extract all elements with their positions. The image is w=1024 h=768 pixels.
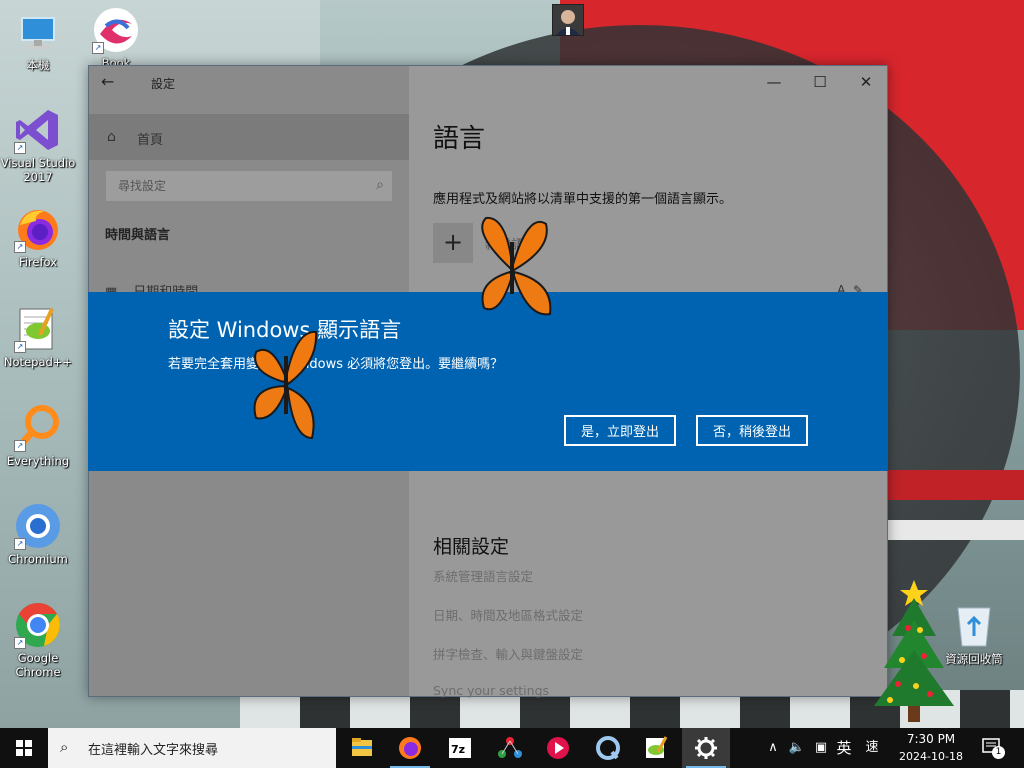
avatar-photo	[552, 4, 584, 36]
desktop-icon-this-pc[interactable]: 本機	[0, 8, 76, 72]
windows-logo-icon	[16, 740, 32, 756]
notification-center-button[interactable]: 1	[980, 736, 1006, 760]
ime-layout-indicator[interactable]: 速	[860, 728, 884, 768]
visual-studio-icon: ↗	[14, 106, 62, 154]
taskbar-7zip[interactable]: 7z	[436, 728, 484, 768]
desktop-icon-notepadpp[interactable]: ↗ Notepad++	[0, 305, 76, 369]
desktop-icon-label: Everything	[6, 454, 70, 468]
link-spelling-keyboard[interactable]: 拼字檢查、輸入與鍵盤設定	[433, 644, 583, 663]
taskbar-search[interactable]: ⌕ 在這裡輸入文字來搜尋	[48, 728, 336, 768]
shortcut-arrow-icon: ↗	[14, 440, 26, 452]
volume-muted-icon[interactable]: 🔈	[786, 728, 808, 768]
search-input[interactable]	[106, 171, 356, 201]
sidebar-item-home[interactable]: ⌂ 首頁	[89, 114, 409, 160]
desktop-icon-label: Notepad++	[3, 355, 73, 369]
desktop-icon-google-chrome[interactable]: ↗ Google Chrome	[0, 601, 76, 679]
taskbar-network-app[interactable]	[486, 728, 534, 768]
taskbar-settings[interactable]	[682, 728, 730, 768]
close-button[interactable]: ✕	[843, 66, 889, 98]
search-icon[interactable]: ⌕	[376, 177, 384, 193]
sign-out-later-button[interactable]: 否，稍後登出	[696, 415, 808, 446]
section-header: 時間與語言	[105, 228, 171, 243]
taskbar-media-player[interactable]	[534, 728, 582, 768]
christmas-tree-icon	[874, 580, 954, 722]
page-title: 語言	[433, 124, 486, 154]
shortcut-arrow-icon: ↗	[14, 341, 26, 353]
taskbar-firefox[interactable]	[386, 728, 434, 768]
gear-icon	[695, 737, 717, 759]
settings-search[interactable]: ⌕	[105, 170, 393, 202]
desktop-icon-label: Firefox	[18, 255, 58, 269]
shortcut-arrow-icon: ↗	[92, 42, 104, 54]
search-icon: ⌕	[60, 738, 69, 756]
clock-time: 7:30 PM	[906, 732, 956, 746]
desktop-icon-label: Google Chrome	[15, 651, 61, 679]
7zip-icon: 7z	[449, 738, 471, 758]
shortcut-arrow-icon: ↗	[14, 142, 26, 154]
taskbar-notepadpp[interactable]	[632, 728, 680, 768]
chromium-icon: ↗	[14, 502, 62, 550]
desktop-icon-label: Chromium	[8, 552, 68, 566]
desktop-icon-firefox[interactable]: ↗ Firefox	[0, 205, 76, 269]
sign-out-now-button[interactable]: 是，立即登出	[564, 415, 676, 446]
desktop-icon-visual-studio[interactable]: ↗ Visual Studio 2017	[0, 106, 76, 184]
desktop-icon-label: 本機	[26, 58, 50, 72]
language-description: 應用程式及網站將以清單中支援的第一個語言顯示。	[433, 192, 733, 207]
minimize-button[interactable]: —	[751, 66, 797, 98]
everything-search-icon: ↗	[14, 404, 62, 452]
maximize-button[interactable]: ☐	[797, 66, 843, 98]
link-sync-settings[interactable]: Sync your settings	[433, 683, 549, 698]
home-icon: ⌂	[107, 129, 116, 145]
desktop-icon-book[interactable]: ↗ Book	[78, 6, 154, 66]
notepadpp-icon	[646, 736, 668, 758]
desktop-icon-chromium[interactable]: ↗ Chromium	[0, 502, 76, 566]
desktop-icon-everything[interactable]: ↗ Everything	[0, 404, 76, 468]
search-q-icon	[596, 736, 620, 760]
shortcut-arrow-icon: ↗	[14, 241, 26, 253]
start-button[interactable]	[0, 728, 48, 768]
taskbar: ⌕ 在這裡輸入文字來搜尋 7z ∧ 🔈 ▣ 英 速 7:30 PM 2024-1…	[0, 728, 1024, 768]
svg-text:7z: 7z	[451, 743, 465, 756]
dialog-message: 若要完全套用變更，Windows 必須將您登出。要繼續嗎？	[168, 357, 504, 372]
taskbar-file-explorer[interactable]	[338, 728, 386, 768]
title-bar: ← 設定 — ☐ ✕	[89, 66, 887, 98]
link-date-region-format[interactable]: 日期、時間及地區格式設定	[433, 605, 583, 624]
computer-icon	[14, 8, 62, 56]
taskbar-qq-app[interactable]	[584, 728, 632, 768]
ime-mode-indicator[interactable]: 英	[832, 728, 856, 768]
tray-chevron-icon[interactable]: ∧	[764, 728, 782, 768]
system-clock[interactable]: 7:30 PM 2024-10-18	[888, 730, 974, 766]
back-arrow-icon[interactable]: ←	[101, 72, 123, 92]
book-app-icon: ↗	[92, 6, 140, 54]
search-placeholder: 在這裡輸入文字來搜尋	[88, 743, 219, 758]
network-status-icon[interactable]: ▣	[810, 728, 832, 768]
notification-count-badge: 1	[992, 746, 1005, 759]
butterfly-icon	[253, 330, 318, 440]
network-icon	[498, 737, 522, 758]
link-admin-language[interactable]: 系統管理語言設定	[433, 566, 533, 585]
shortcut-arrow-icon: ↗	[14, 538, 26, 550]
folder-icon	[352, 738, 372, 756]
notepadpp-icon: ↗	[14, 305, 62, 353]
desktop-icon-label: Visual Studio 2017	[0, 156, 76, 184]
sidebar-item-label: 首頁	[137, 133, 164, 148]
butterfly-icon	[481, 216, 552, 316]
window-title: 設定	[151, 77, 176, 91]
chrome-icon: ↗	[14, 601, 62, 649]
firefox-icon	[399, 737, 421, 759]
shortcut-arrow-icon: ↗	[14, 637, 26, 649]
play-icon	[547, 737, 569, 759]
clock-date: 2024-10-18	[899, 750, 963, 763]
related-settings-title: 相關設定	[433, 536, 510, 558]
firefox-icon: ↗	[14, 205, 62, 253]
